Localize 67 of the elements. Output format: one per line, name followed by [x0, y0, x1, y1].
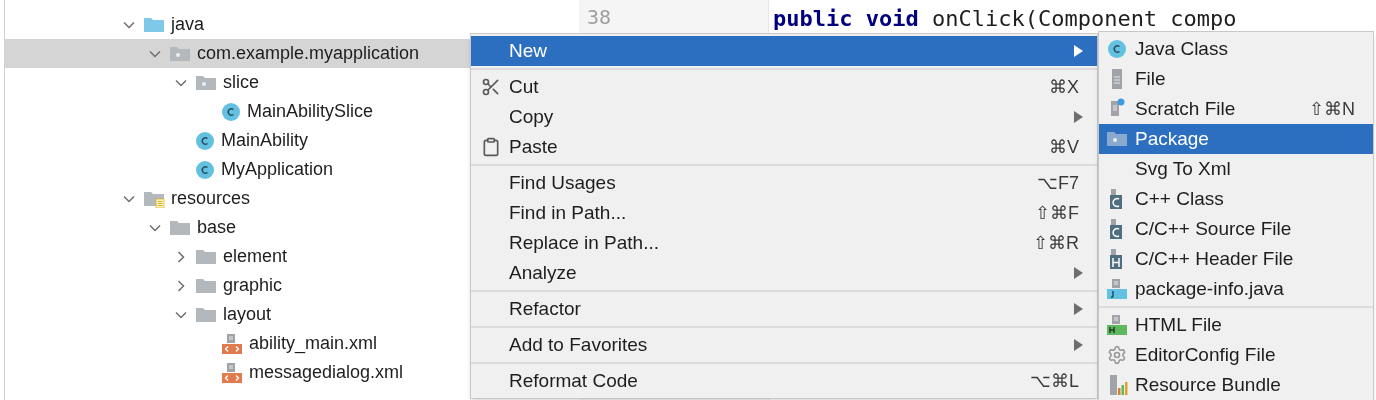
menu-item[interactable]: C/C++ Header File — [1099, 244, 1373, 274]
shortcut-label: ⇧⌘R — [1033, 231, 1079, 255]
tree-item[interactable]: java — [5, 10, 579, 39]
folder-icon — [169, 218, 191, 237]
class-icon — [195, 159, 215, 180]
package-icon — [195, 73, 217, 92]
menu-item[interactable]: C++ Class — [1099, 184, 1373, 214]
tree-item-label: base — [197, 216, 237, 239]
folder-icon — [195, 276, 217, 295]
shortcut-label: ⌥F7 — [1037, 171, 1079, 195]
java-file-icon — [1106, 278, 1128, 300]
tree-item-label: graphic — [223, 274, 283, 297]
tree-item-label: MainAbilitySlice — [247, 100, 374, 123]
tree-item-label: MainAbility — [221, 129, 309, 152]
menu-item[interactable]: Package — [1099, 124, 1373, 154]
menu-item[interactable]: Paste ⌘V — [471, 132, 1097, 162]
code-line: public void onClick(Component compo — [773, 6, 1237, 31]
tree-item-label: messagedialog.xml — [249, 361, 404, 384]
menu-item[interactable]: File — [1099, 64, 1373, 94]
tree-item-label: slice — [223, 71, 259, 94]
menu-item[interactable]: Reformat Code ⌥⌘L — [471, 366, 1097, 396]
xml-file-icon — [221, 361, 243, 384]
menu-item[interactable]: Svg To Xml — [1099, 154, 1373, 184]
scissors-icon — [481, 77, 501, 97]
file-icon — [1112, 69, 1122, 89]
tree-item-label: resources — [171, 187, 251, 210]
class-icon — [221, 101, 241, 122]
class-icon — [1107, 39, 1127, 59]
resources-folder-icon — [143, 189, 165, 208]
shortcut-label: ⌘V — [1049, 135, 1079, 159]
menu-item[interactable]: C/C++ Source File — [1099, 214, 1373, 244]
xml-file-icon — [221, 332, 243, 355]
clipboard-icon — [481, 137, 501, 157]
menu-item[interactable]: Analyze — [471, 258, 1097, 288]
shortcut-label: ⌘X — [1049, 75, 1079, 99]
menu-item[interactable]: Scratch File ⇧⌘N — [1099, 94, 1373, 124]
shortcut-label: ⇧⌘N — [1309, 97, 1355, 121]
menu-item[interactable]: Refactor — [471, 294, 1097, 324]
menu-item[interactable]: HTML File — [1099, 310, 1373, 340]
menu-item[interactable]: Cut ⌘X — [471, 72, 1097, 102]
menu-item[interactable]: Find Usages ⌥F7 — [471, 168, 1097, 198]
tree-item-label: com.example.myapplication — [197, 42, 420, 65]
menu-item[interactable]: EditorConfig File — [1099, 340, 1373, 370]
menu-item[interactable]: Find in Path... ⇧⌘F — [471, 198, 1097, 228]
tree-item-label: java — [171, 13, 205, 36]
menu-item[interactable]: Add to Favorites — [471, 330, 1097, 360]
menu-item[interactable]: Java Class — [1099, 34, 1373, 64]
menu-item[interactable]: Copy — [471, 102, 1097, 132]
folder-icon — [143, 15, 165, 34]
menu-item[interactable]: New — [471, 36, 1097, 66]
shortcut-label: ⌥⌘L — [1030, 369, 1079, 393]
class-icon — [195, 130, 215, 151]
menu-item[interactable]: Resource Bundle — [1099, 370, 1373, 400]
html-file-icon — [1106, 314, 1128, 336]
folder-icon — [195, 247, 217, 266]
folder-icon — [195, 305, 217, 324]
tree-item-label: element — [223, 245, 288, 268]
tree-item-label: layout — [223, 303, 272, 326]
package-icon — [169, 44, 191, 63]
menu-item[interactable]: package-info.java — [1099, 274, 1373, 304]
settings-icon — [1107, 345, 1127, 365]
menu-item[interactable]: Replace in Path... ⇧⌘R — [471, 228, 1097, 258]
tree-item-label: MyApplication — [221, 158, 334, 181]
package-icon — [1106, 130, 1128, 148]
line-number: 38 — [587, 4, 612, 31]
shortcut-label: ⇧⌘F — [1035, 201, 1079, 225]
tree-item-label: ability_main.xml — [249, 332, 378, 356]
